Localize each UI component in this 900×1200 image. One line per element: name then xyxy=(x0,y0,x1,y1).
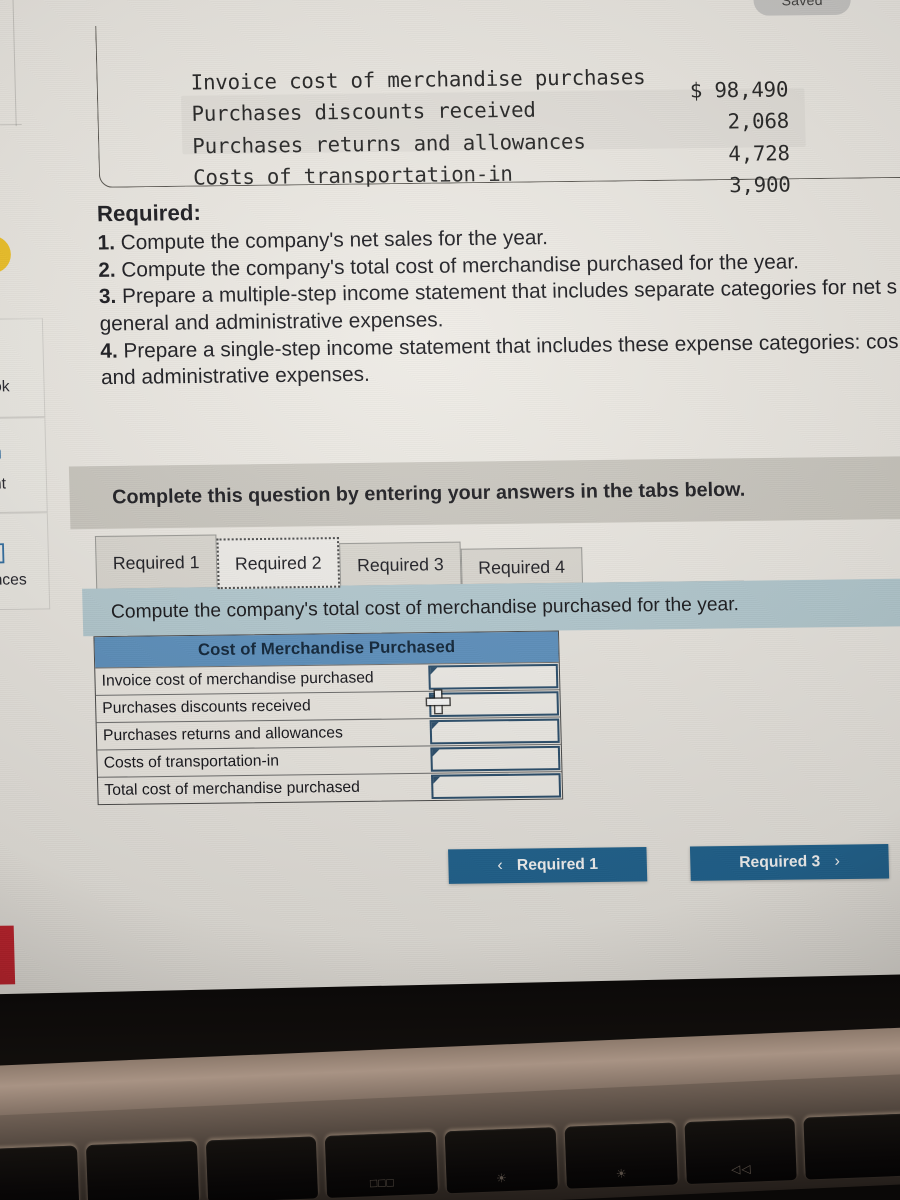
copy-icon xyxy=(0,533,9,566)
instruction-band: Complete this question by entering your … xyxy=(68,454,900,530)
status-badge-saved: Saved xyxy=(753,0,852,16)
keyboard-key-brightness-down[interactable]: ☀ xyxy=(444,1127,558,1194)
answer-input-cell[interactable] xyxy=(428,663,559,690)
logo-line-2: Graw xyxy=(0,944,15,960)
chevron-left-icon: ‹ xyxy=(497,856,503,875)
key-glyph: ☀ xyxy=(615,1166,628,1181)
chevron-right-icon: › xyxy=(834,852,841,871)
keyboard-key[interactable] xyxy=(0,1145,80,1200)
keyboard-key-mission-control[interactable]: □□□ xyxy=(325,1131,439,1198)
prev-required-label: Required 1 xyxy=(516,855,599,874)
given-data-label: Costs of transportation-in xyxy=(192,161,513,190)
row-label: Purchases discounts received xyxy=(102,697,311,718)
required-item-number: 1. xyxy=(97,231,116,255)
prompt-text: Compute the company's total cost of merc… xyxy=(110,593,740,623)
answer-table: Cost of Merchandise Purchased Invoice co… xyxy=(93,630,564,806)
key-glyph: ☀ xyxy=(495,1170,509,1186)
tab-required-2[interactable]: Required 2 xyxy=(216,537,341,590)
sidebar-item-label: eBook xyxy=(0,377,10,396)
answer-total-cell[interactable] xyxy=(430,773,562,800)
logo-line-1: Mc xyxy=(0,929,14,945)
sidebar-item-ebook[interactable]: eBook xyxy=(0,318,46,419)
next-required-button[interactable]: Required 3 › xyxy=(689,844,890,881)
printer-icon xyxy=(0,437,7,470)
table-row: Total cost of merchandise purchased xyxy=(97,771,563,805)
keyboard-key[interactable] xyxy=(85,1140,199,1200)
required-item-text: Compute the company's net sales for the … xyxy=(114,225,549,255)
sidebar-item-label: eferences xyxy=(0,570,27,589)
connect-assignment-page: Saved 5 s kipped eBook xyxy=(0,0,900,1058)
given-data-label: Purchases returns and allowances xyxy=(192,128,586,159)
sidebar-item-print[interactable]: Print xyxy=(0,417,48,514)
instruction-text: Complete this question by entering your … xyxy=(111,477,746,508)
row-label: Purchases returns and allowances xyxy=(102,724,344,745)
row-label: Costs of transportation-in xyxy=(103,752,280,772)
given-data-value: 4,728 xyxy=(728,140,791,166)
keyboard-key[interactable] xyxy=(803,1111,900,1180)
mcgraw-hill-logo: Mc Graw Hill xyxy=(0,925,16,986)
required-item-number: 2. xyxy=(98,258,116,282)
given-data-value: 2,068 xyxy=(727,108,790,134)
tab-required-4[interactable]: Required 4 xyxy=(460,547,583,587)
tab-required-1[interactable]: Required 1 xyxy=(94,534,218,591)
given-data-value: $ 98,490 xyxy=(689,77,789,103)
key-glyph: ◁◁ xyxy=(730,1161,752,1177)
keyboard-key-brightness-up[interactable]: ☀ xyxy=(564,1122,678,1189)
answer-input-cell[interactable] xyxy=(430,745,561,772)
book-icon xyxy=(0,340,4,373)
logo-line-3: Hill xyxy=(0,960,15,976)
answer-input-cell[interactable] xyxy=(429,718,560,745)
given-data-labels: Invoice cost of merchandise purchases Pu… xyxy=(190,62,648,194)
keyboard-key[interactable] xyxy=(205,1136,319,1200)
given-data-label: Invoice cost of merchandise purchases xyxy=(190,64,646,95)
required-item-number: 3. xyxy=(98,285,117,309)
keyboard-key-rewind[interactable]: ◁◁ xyxy=(684,1117,798,1185)
laptop-screen: Saved 5 s kipped eBook xyxy=(0,0,900,1058)
required-section: Required: 1. Compute the company's net s… xyxy=(97,190,900,392)
key-glyph: □□□ xyxy=(369,1175,395,1191)
given-data-values: $ 98,490 2,068 4,728 3,900 xyxy=(664,74,791,202)
question-card-edge xyxy=(11,0,17,127)
row-label: Invoice cost of merchandise purchased xyxy=(101,669,374,690)
crosshair-cursor xyxy=(427,691,450,714)
photo-of-laptop-screen: Saved 5 s kipped eBook xyxy=(0,0,900,1200)
sidebar-item-label: Print xyxy=(0,474,7,493)
question-card-edge-bottom xyxy=(0,123,22,126)
next-required-label: Required 3 xyxy=(738,852,821,872)
row-label: Total cost of merchandise purchased xyxy=(104,778,361,799)
required-item-number: 4. xyxy=(100,338,118,363)
status-badge-skipped: kipped xyxy=(0,235,12,275)
tab-required-3[interactable]: Required 3 xyxy=(339,541,462,588)
prev-required-button[interactable]: ‹ Required 1 xyxy=(448,847,648,884)
sidebar-item-references[interactable]: eferences xyxy=(0,512,51,611)
